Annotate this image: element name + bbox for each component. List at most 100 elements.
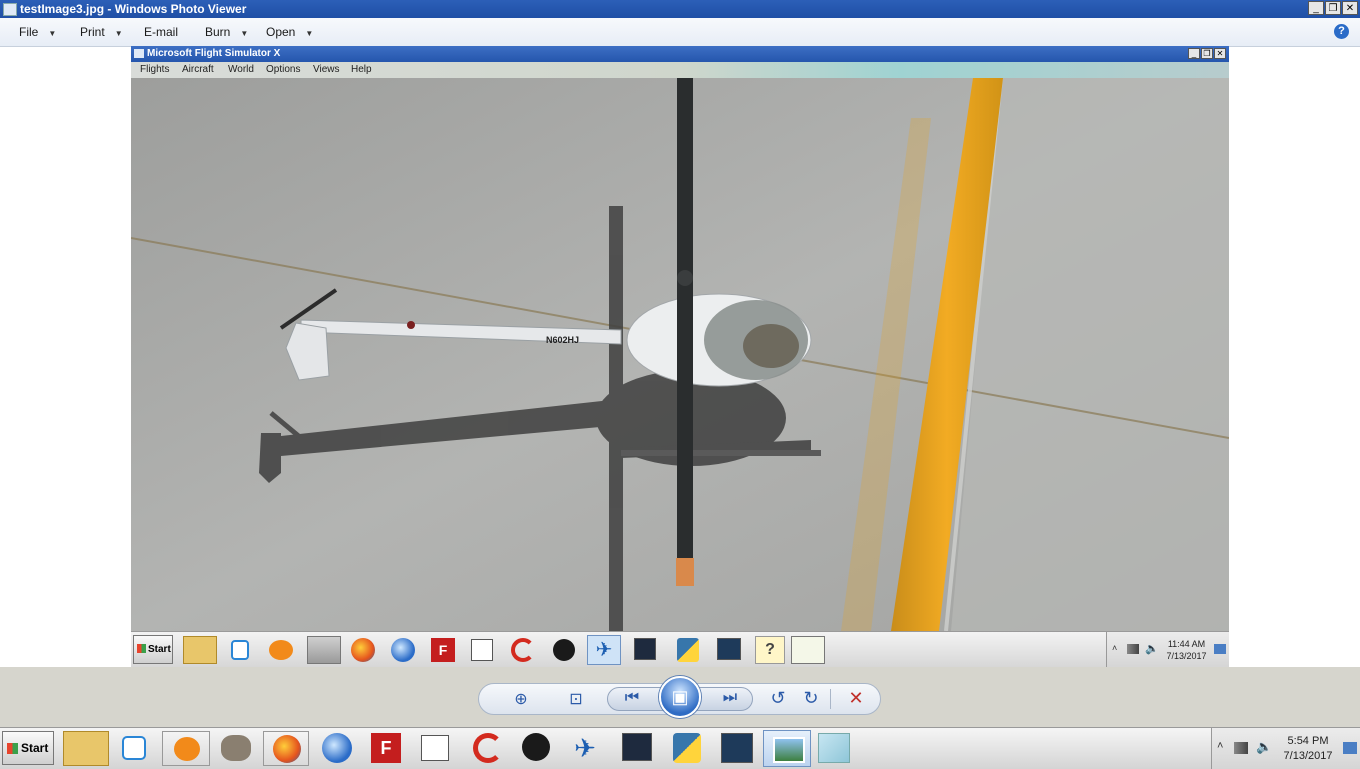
next-icon[interactable]: ⏭ <box>715 689 745 707</box>
open-menu-label: Open <box>266 25 296 39</box>
help-file-icon[interactable]: ? <box>755 636 785 664</box>
open-menu[interactable]: Open ▼ <box>266 25 313 39</box>
rotate-clockwise-icon[interactable]: ↻ <box>796 688 826 709</box>
notepad-icon[interactable] <box>421 735 449 761</box>
thunderbird-icon[interactable] <box>322 733 352 763</box>
inner-system-tray: ˄ 🔈 11:44 AM 7/13/2017 <box>1106 632 1229 668</box>
fsx-window-title: Microsoft Flight Simulator X <box>147 48 281 59</box>
flight-simulator-icon[interactable]: ✈ <box>587 635 621 665</box>
fsx-minimize-button[interactable]: _ <box>1188 48 1200 59</box>
print-menu[interactable]: Print ▼ <box>80 25 123 39</box>
python-shell-icon[interactable] <box>717 638 741 660</box>
ccleaner-icon[interactable] <box>473 733 503 763</box>
chevron-down-icon: ▼ <box>48 29 57 38</box>
viewer-controls: ⊕ ⊡ ⏮ ▣ ⏭ ↺ ↻ ✕ <box>478 676 881 718</box>
obs-icon[interactable] <box>522 733 550 761</box>
gimp-icon[interactable] <box>307 636 341 664</box>
filezilla-icon[interactable]: F <box>371 733 401 763</box>
fsx-app-icon <box>134 49 144 58</box>
minimize-button[interactable]: _ <box>1308 1 1324 15</box>
photo-viewer-icon[interactable] <box>763 730 811 767</box>
fsx-menubar: Flights Aircraft World Options Views Hel… <box>131 62 1229 78</box>
main-rotor-blade <box>677 78 693 574</box>
show-desktop-icon[interactable] <box>1214 644 1226 654</box>
controls-divider <box>830 689 831 709</box>
helicopter-scene <box>131 78 1229 631</box>
notepad-icon[interactable] <box>471 639 493 661</box>
fsx-restore-button[interactable]: ❐ <box>1201 48 1213 59</box>
zoom-icon[interactable]: ⊕ <box>506 689 536 709</box>
system-tray: ˄ 🔈 5:54 PM 7/13/2017 <box>1211 728 1360 769</box>
python-shell-icon[interactable] <box>721 733 753 763</box>
photo-viewer-logo-icon <box>773 737 805 763</box>
fsx-menu-options[interactable]: Options <box>266 64 300 75</box>
inner-clock-date[interactable]: 7/13/2017 <box>1164 651 1209 661</box>
helicopter-skid <box>621 450 821 456</box>
chevron-down-icon: ▼ <box>240 29 249 38</box>
restore-button[interactable]: ❐ <box>1325 1 1341 15</box>
fsx-menu-aircraft[interactable]: Aircraft <box>182 64 214 75</box>
fsx-menu-flights[interactable]: Flights <box>140 64 169 75</box>
rotor-blade-tip <box>676 558 694 586</box>
blender-icon[interactable] <box>162 731 210 766</box>
volume-icon[interactable]: 🔈 <box>1145 642 1159 655</box>
show-desktop-icon[interactable] <box>1343 742 1357 754</box>
slideshow-button[interactable]: ▣ <box>659 676 701 718</box>
fsx-menu-world[interactable]: World <box>228 64 254 75</box>
photo-viewer-app-icon <box>3 3 17 16</box>
start-label: Start <box>148 644 171 655</box>
file-menu-label: File <box>19 25 39 39</box>
media-player-icon[interactable] <box>122 736 146 760</box>
unity-icon[interactable] <box>634 638 656 660</box>
firefox-icon[interactable] <box>351 638 375 662</box>
python-icon[interactable] <box>677 638 699 662</box>
delete-icon[interactable]: ✕ <box>841 688 871 709</box>
fsx-close-button[interactable]: ✕ <box>1214 48 1226 59</box>
email-button[interactable]: E-mail <box>144 25 178 39</box>
clock-date[interactable]: 7/13/2017 <box>1277 750 1339 762</box>
rotate-counterclockwise-icon[interactable]: ↺ <box>763 688 793 709</box>
chart-icon[interactable] <box>791 636 825 664</box>
flight-sim-viewport[interactable]: N602HJ <box>131 78 1229 631</box>
python-icon[interactable] <box>673 733 701 763</box>
filezilla-icon[interactable]: F <box>431 638 455 662</box>
actual-size-icon[interactable]: ⊡ <box>561 689 591 709</box>
network-icon[interactable] <box>1234 742 1248 754</box>
volume-icon[interactable]: 🔈 <box>1256 739 1272 755</box>
chevron-down-icon: ▼ <box>305 29 314 38</box>
explorer-icon[interactable] <box>183 636 217 664</box>
gimp-icon[interactable] <box>221 735 251 761</box>
window-titlebar[interactable]: testImage3.jpg - Windows Photo Viewer _ … <box>0 0 1360 18</box>
explorer-icon[interactable] <box>63 731 109 766</box>
windows-logo-icon <box>7 743 18 754</box>
inner-clock-time[interactable]: 11:44 AM <box>1164 639 1209 649</box>
clock-time[interactable]: 5:54 PM <box>1277 735 1339 747</box>
fsx-menu-help[interactable]: Help <box>351 64 372 75</box>
ccleaner-icon[interactable] <box>511 638 535 662</box>
help-icon[interactable]: ? <box>1334 24 1349 39</box>
obs-icon[interactable] <box>553 639 575 661</box>
tail-number-label: N602HJ <box>546 335 580 345</box>
burn-menu[interactable]: Burn ▼ <box>205 25 248 39</box>
media-player-icon[interactable] <box>231 640 249 660</box>
inner-start-button[interactable]: Start <box>133 635 173 664</box>
tray-expand-icon[interactable]: ˄ <box>1217 740 1223 752</box>
thunderbird-icon[interactable] <box>391 638 415 662</box>
tray-expand-icon[interactable]: ˄ <box>1112 643 1117 653</box>
close-button[interactable]: ✕ <box>1342 1 1358 15</box>
windows-logo-icon <box>137 644 146 653</box>
network-icon[interactable] <box>1127 644 1139 654</box>
fsx-window-titlebar[interactable]: Microsoft Flight Simulator X _ ❐ ✕ <box>131 46 1229 62</box>
previous-icon[interactable]: ⏮ <box>617 689 647 707</box>
flight-simulator-icon[interactable]: ✈ <box>570 733 600 763</box>
chevron-down-icon: ▼ <box>114 29 123 38</box>
notepad-pad-icon[interactable] <box>818 733 850 763</box>
command-bar: File ▼ Print ▼ E-mail Burn ▼ Open ▼ ? <box>0 18 1360 47</box>
start-label: Start <box>21 741 49 755</box>
fsx-menu-views[interactable]: Views <box>313 64 340 75</box>
firefox-icon[interactable] <box>263 731 309 766</box>
file-menu[interactable]: File ▼ <box>19 25 56 39</box>
blender-icon[interactable] <box>269 640 293 660</box>
unity-icon[interactable] <box>622 733 652 761</box>
start-button[interactable]: Start <box>2 731 54 765</box>
